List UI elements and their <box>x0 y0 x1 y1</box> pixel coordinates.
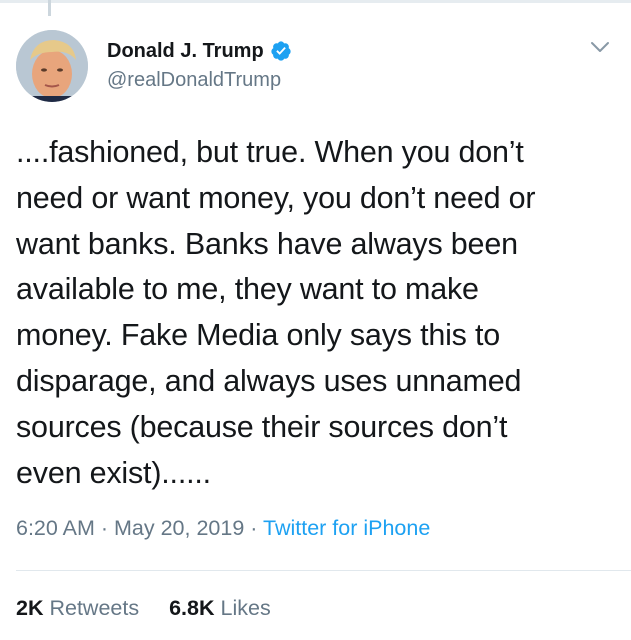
tweet-text: ....fashioned, but true. When you don’t … <box>16 130 621 496</box>
verified-badge-icon <box>270 40 292 62</box>
tweet-text-line: money. Fake Media only says this to <box>16 318 501 353</box>
tweet-text-line: disparage, and always uses unnamed <box>16 363 522 398</box>
tweet-text-line: sources (because their sources don’t <box>16 409 508 444</box>
name-row: Donald J. Trump <box>107 36 292 66</box>
tweet-text-line: ....fashioned, but true. When you don’t <box>16 135 524 169</box>
retweets-count: 2K <box>16 596 44 620</box>
retweets-stat[interactable]: 2K Retweets <box>16 596 139 621</box>
thread-connector-line <box>48 0 51 16</box>
display-name[interactable]: Donald J. Trump <box>107 40 264 63</box>
author-names: Donald J. Trump @realDonaldTrump <box>107 36 292 92</box>
profile-photo-icon <box>16 30 88 102</box>
likes-stat[interactable]: 6.8K Likes <box>169 596 271 621</box>
meta-separator: · <box>94 516 114 540</box>
likes-label: Likes <box>220 596 271 620</box>
tweet-source-link[interactable]: Twitter for iPhone <box>263 516 430 540</box>
author-handle[interactable]: @realDonaldTrump <box>107 69 292 92</box>
tweet-stats: 2K Retweets 6.8K Likes <box>16 596 301 621</box>
tweet-date[interactable]: May 20, 2019 <box>114 516 244 540</box>
tweet-meta: 6:20 AM · May 20, 2019 · Twitter for iPh… <box>16 516 430 541</box>
meta-separator: · <box>244 516 263 540</box>
tweet-header: Donald J. Trump @realDonaldTrump <box>16 30 616 106</box>
tweet-text-line: even exist)...... <box>16 455 211 490</box>
tweet-text-line: want banks. Banks have always been <box>16 226 518 261</box>
divider <box>16 570 631 571</box>
tweet-text-line: need or want money, you don’t need or <box>16 180 536 215</box>
tweet-text-line: available to me, they want to make <box>16 272 479 307</box>
top-rule <box>0 0 631 3</box>
chevron-down-icon[interactable] <box>590 40 610 54</box>
tweet-time[interactable]: 6:20 AM <box>16 516 95 540</box>
avatar[interactable] <box>16 30 88 102</box>
retweets-label: Retweets <box>49 596 140 620</box>
likes-count: 6.8K <box>169 596 215 620</box>
